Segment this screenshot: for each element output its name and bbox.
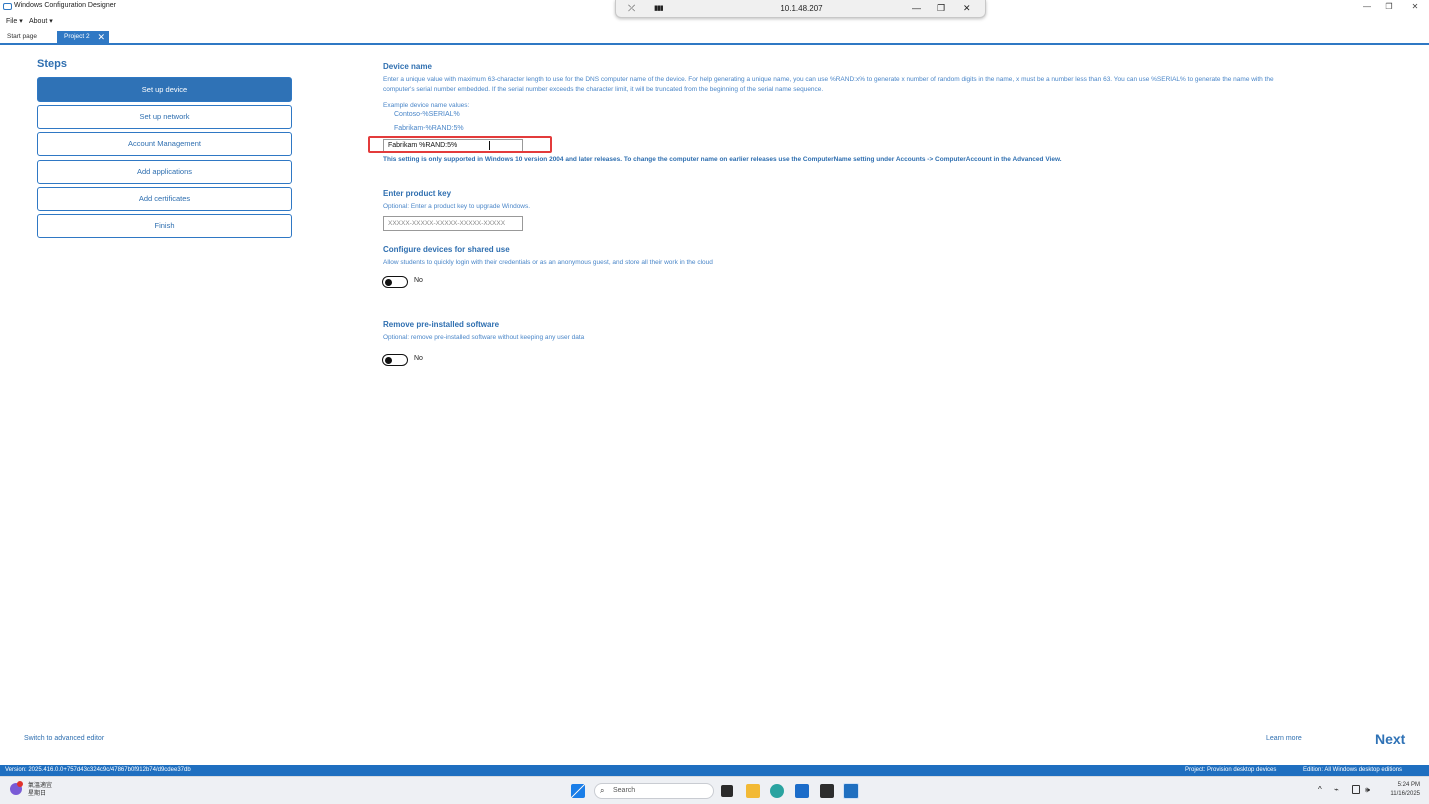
product-key-input[interactable]: XXXXX-XXXXX-XXXXX-XXXXX-XXXXX: [383, 216, 523, 231]
clock-time: 5:24 PM: [1397, 782, 1420, 788]
store-icon[interactable]: [795, 784, 809, 798]
file-explorer-icon[interactable]: [746, 784, 760, 798]
shared-use-heading: Configure devices for shared use: [383, 245, 510, 254]
step-add-certificates[interactable]: Add certificates: [37, 187, 292, 211]
remove-software-description: Optional: remove pre-installed software …: [383, 334, 585, 341]
task-view-icon[interactable]: [721, 785, 733, 797]
status-bar: Version: 2025.416.0.0+757d43c324c9c/4786…: [0, 765, 1429, 776]
notification-badge: [17, 781, 23, 787]
tab-project-2[interactable]: Project 2 ✕: [57, 31, 109, 43]
device-name-warning: This setting is only supported in Window…: [383, 156, 1062, 163]
menu-about[interactable]: About ▾: [29, 17, 53, 25]
start-icon[interactable]: [571, 784, 585, 798]
weather-widget[interactable]: 氣溫適宜 星期日: [28, 782, 52, 798]
step-finish[interactable]: Finish: [37, 214, 292, 238]
rdp-close-button[interactable]: ✕: [963, 3, 971, 14]
configuration-designer-icon[interactable]: [843, 783, 859, 799]
menu-file[interactable]: File ▾: [6, 17, 23, 25]
volume-icon[interactable]: 🕪: [1365, 785, 1370, 795]
shared-use-description: Allow students to quickly login with the…: [383, 259, 713, 266]
network-icon[interactable]: ⌁: [1334, 785, 1339, 794]
toggle-knob: [385, 356, 392, 364]
shared-use-toggle-label: No: [414, 277, 423, 284]
rdp-restore-button[interactable]: ❐: [937, 3, 945, 14]
step-set-up-network[interactable]: Set up network: [37, 105, 292, 129]
app-icon: [3, 3, 12, 10]
example-rand: Fabrikam-%RAND:5%: [394, 125, 464, 132]
document-tabs: Start page Project 2 ✕: [0, 31, 1429, 45]
remove-software-toggle-label: No: [414, 355, 423, 362]
learn-more-link[interactable]: Learn more: [1266, 735, 1302, 742]
device-name-description-cont: computer's serial number embedded. If th…: [383, 86, 824, 93]
toggle-knob: [385, 278, 392, 286]
taskbar-search[interactable]: ⌕ Search: [594, 783, 714, 799]
minimize-button[interactable]: —: [1361, 1, 1373, 12]
steps-heading: Steps: [37, 58, 67, 70]
rdp-minimize-button[interactable]: —: [912, 3, 921, 14]
remove-software-heading: Remove pre-installed software: [383, 320, 500, 329]
shared-use-toggle[interactable]: [382, 276, 408, 288]
product-key-heading: Enter product key: [383, 189, 452, 198]
close-window-button[interactable]: ✕: [1409, 1, 1421, 12]
taskbar: 氣溫適宜 星期日 ⌕ Search ^ ⌁ 🕪 5:24 PM 11/16/20…: [0, 776, 1429, 804]
weather-day: 星期日: [28, 791, 47, 797]
terminal-icon[interactable]: [820, 784, 834, 798]
restore-button[interactable]: ❐: [1383, 1, 1395, 12]
clock-date: 11/16/2025: [1390, 791, 1420, 797]
version-text: Version: 2025.416.0.0+757d43c324c9c/4786…: [5, 767, 191, 773]
clock[interactable]: 5:24 PM 11/16/2025: [1380, 781, 1420, 799]
highlight-box: [368, 136, 552, 153]
remote-address: 10.1.48.207: [780, 4, 823, 13]
example-values-label: Example device name values:: [383, 102, 470, 109]
tab-label: Project 2: [64, 33, 90, 40]
tab-start-page[interactable]: Start page: [0, 31, 55, 43]
search-icon: ⌕: [600, 786, 605, 795]
step-set-up-device[interactable]: Set up device: [37, 77, 292, 102]
next-button[interactable]: Next: [1375, 731, 1405, 747]
product-key-description: Optional: Enter a product key to upgrade…: [383, 203, 531, 210]
device-name-heading: Device name: [383, 62, 432, 71]
search-placeholder: Search: [613, 787, 636, 794]
switch-advanced-editor-link[interactable]: Switch to advanced editor: [24, 735, 104, 742]
remote-connection-bar: ⤫ ▮▮▮ 10.1.48.207 — ❐ ✕: [615, 0, 986, 18]
example-serial: Contoso-%SERIAL%: [394, 111, 460, 118]
project-text: Project: Provision desktop devices: [1185, 767, 1277, 773]
app-title: Windows Configuration Designer: [14, 2, 116, 9]
tab-label: Start page: [7, 33, 37, 40]
device-name-description: Enter a unique value with maximum 63-cha…: [383, 76, 1274, 83]
tray-chevron-icon[interactable]: ^: [1318, 785, 1322, 794]
weather-text: 氣溫適宜: [28, 783, 53, 789]
edge-icon[interactable]: [770, 784, 784, 798]
step-add-applications[interactable]: Add applications: [37, 160, 292, 184]
close-tab-icon[interactable]: ✕: [97, 31, 105, 43]
edition-text: Edition: All Windows desktop editions: [1303, 767, 1403, 773]
remove-software-toggle[interactable]: [382, 354, 408, 366]
device-icon[interactable]: [1352, 785, 1360, 794]
step-account-management[interactable]: Account Management: [37, 132, 292, 156]
